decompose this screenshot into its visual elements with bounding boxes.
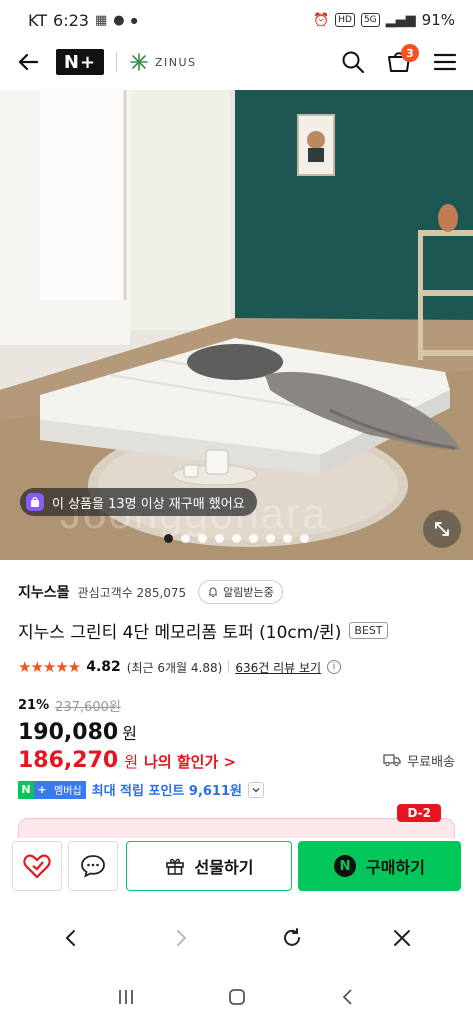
search-icon[interactable] xyxy=(339,48,367,76)
promo-banner-edge xyxy=(18,818,455,838)
nplus-membership-badge: N + 멤버십 xyxy=(18,780,86,799)
discount-row: 21% 237,600원 xyxy=(18,696,121,715)
buy-label: 구매하기 xyxy=(366,858,425,877)
product-title: 지누스 그린티 4단 메모리폼 토퍼 (10cm/퀸) xyxy=(18,623,342,643)
product-title-row: 지누스 그린티 4단 메모리폼 토퍼 (10cm/퀸) BEST xyxy=(18,618,455,643)
status-bar: KT 6:23 ▦ ● ● ⏰ HD 5G ▂▄▆ 91% xyxy=(0,0,473,40)
signal-icon: ▂▄▆ xyxy=(385,12,416,28)
chat-bubble-icon: ● xyxy=(113,12,125,28)
store-info: 지누스몰 관심고객수 285,075 알림받는중 xyxy=(18,578,455,606)
star-rating-icon: ★★★★★ xyxy=(18,658,81,676)
my-price-row: 186,270 원 나의 할인가 > 무료배송 xyxy=(18,748,455,773)
gift-label: 선물하기 xyxy=(194,858,254,877)
chevron-down-icon[interactable] xyxy=(248,781,264,798)
system-back-icon[interactable] xyxy=(328,977,368,1017)
wishlist-button[interactable] xyxy=(12,841,62,891)
interest-count: 관심고객수 285,075 xyxy=(77,585,187,600)
info-icon[interactable]: i xyxy=(327,660,342,674)
app-header: N+ ZINUS 3 xyxy=(0,40,473,84)
home-icon[interactable] xyxy=(217,977,257,1017)
my-discount-price: 186,270 xyxy=(18,748,119,773)
carousel-dot[interactable] xyxy=(198,534,207,543)
product-image-carousel[interactable]: Joonggonara 이 상품을 13명 이상 재구매 했어요 xyxy=(0,90,473,560)
browser-navigation xyxy=(0,910,473,966)
carousel-dot[interactable] xyxy=(181,534,190,543)
max-points: 최대 적립 포인트 9,611원 xyxy=(91,784,242,799)
plus-icon: + xyxy=(34,780,50,799)
browser-forward-icon[interactable] xyxy=(161,918,201,958)
cart-count-badge: 3 xyxy=(401,44,419,62)
browser-back-icon[interactable] xyxy=(51,918,91,958)
buy-button[interactable]: N 구매하기 xyxy=(298,841,461,891)
recent-rating: (최근 6개월 4.88) xyxy=(126,660,223,675)
points-row[interactable]: N + 멤버십 최대 적립 포인트 9,611원 xyxy=(18,780,264,799)
cart-button[interactable]: 3 xyxy=(385,44,419,76)
original-price: 237,600원 xyxy=(55,700,121,715)
alarm-label: 알림받는중 xyxy=(223,586,274,599)
carousel-dot[interactable] xyxy=(232,534,241,543)
rebuy-notice: 이 상품을 13명 이상 재구매 했어요 xyxy=(20,488,257,516)
n-logo-icon: N xyxy=(18,780,34,799)
truck-icon xyxy=(383,754,401,767)
recent-apps-icon[interactable] xyxy=(106,977,146,1017)
review-link[interactable]: 636건 리뷰 보기 xyxy=(235,659,321,676)
carousel-dot[interactable] xyxy=(266,534,275,543)
shipping-label: 무료배송 xyxy=(407,754,455,770)
nplus-logo[interactable]: N+ xyxy=(56,49,104,75)
my-discount-link[interactable]: 나의 할인가 > xyxy=(144,751,236,772)
brand-name: ZINUS xyxy=(155,55,197,69)
discount-rate: 21% xyxy=(18,698,50,713)
carousel-dot[interactable] xyxy=(164,534,173,543)
clock: 6:23 xyxy=(53,10,89,30)
alarm-subscribe-button[interactable]: 알림받는중 xyxy=(198,580,283,604)
chat-icon xyxy=(81,855,105,878)
heart-icon xyxy=(23,854,51,879)
carousel-dot[interactable] xyxy=(300,534,309,543)
shipping-info: 무료배송 xyxy=(383,751,455,770)
bell-icon xyxy=(209,587,218,598)
naver-pay-icon: N xyxy=(334,855,357,877)
header-divider xyxy=(116,52,117,72)
expand-icon[interactable] xyxy=(423,510,461,548)
store-name[interactable]: 지누스몰 xyxy=(18,582,70,602)
refresh-icon[interactable] xyxy=(272,918,312,958)
shopping-bag-icon xyxy=(26,493,44,511)
carousel-dot[interactable] xyxy=(215,534,224,543)
best-badge: BEST xyxy=(349,622,388,639)
hd-icon: HD xyxy=(335,13,355,27)
d-day-badge: D-2 xyxy=(397,804,441,822)
price-unit: 원 xyxy=(122,724,137,743)
rating-value: 4.82 xyxy=(86,659,121,675)
chat-button[interactable] xyxy=(68,841,118,891)
system-navigation xyxy=(0,972,473,1022)
rebuy-text: 이 상품을 13명 이상 재구매 했어요 xyxy=(52,496,245,512)
close-icon[interactable] xyxy=(382,918,422,958)
rating-row: ★★★★★ 4.82 (최근 6개월 4.88) 636건 리뷰 보기 i xyxy=(18,658,455,676)
menu-icon[interactable] xyxy=(431,48,459,76)
zinus-leaf-icon xyxy=(130,53,148,71)
dot-icon: ● xyxy=(130,15,138,25)
gift-icon xyxy=(165,858,184,875)
carousel-dots xyxy=(0,534,473,543)
gift-button[interactable]: 선물하기 xyxy=(126,841,292,891)
carousel-dot[interactable] xyxy=(249,534,258,543)
battery-level: 91% xyxy=(421,11,455,29)
calendar-icon: ▦ xyxy=(94,12,108,28)
sale-price: 190,080 xyxy=(18,720,119,745)
5g-icon: 5G xyxy=(360,13,380,27)
membership-label: 멤버십 xyxy=(50,780,86,799)
rating-divider xyxy=(228,661,230,673)
carrier-label: KT xyxy=(28,10,48,30)
back-arrow-icon[interactable] xyxy=(14,48,42,76)
alarm-icon: ⏰ xyxy=(313,12,330,28)
my-price-unit: 원 xyxy=(124,753,139,771)
brand-logo[interactable]: ZINUS xyxy=(129,52,197,72)
carousel-dot[interactable] xyxy=(283,534,292,543)
price-row: 190,080 원 xyxy=(18,720,137,745)
purchase-action-bar: 선물하기 N 구매하기 xyxy=(0,838,473,894)
